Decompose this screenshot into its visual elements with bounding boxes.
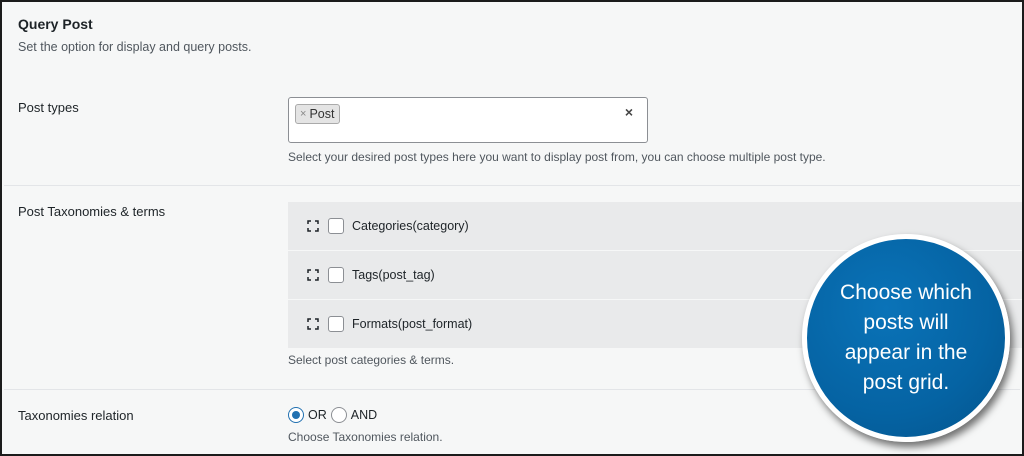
taxonomy-label: Categories(category) xyxy=(352,219,469,233)
callout-bubble: Choose which posts will appear in the po… xyxy=(802,234,1010,442)
taxonomy-checkbox[interactable] xyxy=(328,218,344,234)
relation-label: Taxonomies relation xyxy=(18,408,134,423)
taxonomy-label: Tags(post_tag) xyxy=(352,268,435,282)
relation-help: Choose Taxonomies relation. xyxy=(288,430,443,444)
tag-label: Post xyxy=(309,107,335,121)
callout-text: Choose which posts will appear in the po… xyxy=(840,281,972,394)
selected-tag-post[interactable]: × Post xyxy=(295,104,341,124)
radio-and-label: AND xyxy=(350,408,378,422)
taxonomies-label: Post Taxonomies & terms xyxy=(18,204,166,219)
divider xyxy=(4,185,1020,186)
taxonomies-help: Select post categories & terms. xyxy=(288,353,455,367)
radio-and[interactable] xyxy=(330,407,347,423)
post-types-select[interactable]: × Post × xyxy=(288,97,648,143)
relation-radio-group: OR AND xyxy=(288,407,377,423)
drag-handle-icon[interactable] xyxy=(307,220,319,232)
settings-panel: Query Post Set the option for display an… xyxy=(0,0,1024,456)
post-types-help: Select your desired post types here you … xyxy=(288,150,826,164)
drag-handle-icon[interactable] xyxy=(307,318,319,330)
taxonomy-checkbox[interactable] xyxy=(328,316,344,332)
post-types-label: Post types xyxy=(18,100,79,115)
taxonomy-checkbox[interactable] xyxy=(328,267,344,283)
section-description: Set the option for display and query pos… xyxy=(18,40,252,54)
section-title: Query Post xyxy=(18,16,93,32)
clear-selection-icon[interactable]: × xyxy=(625,104,633,120)
radio-or[interactable] xyxy=(288,407,304,423)
radio-or-label: OR xyxy=(308,408,327,422)
taxonomy-label: Formats(post_format) xyxy=(352,317,473,331)
section-header: Query Post Set the option for display an… xyxy=(18,16,251,54)
drag-handle-icon[interactable] xyxy=(307,269,319,281)
tag-remove-icon[interactable]: × xyxy=(300,108,306,120)
